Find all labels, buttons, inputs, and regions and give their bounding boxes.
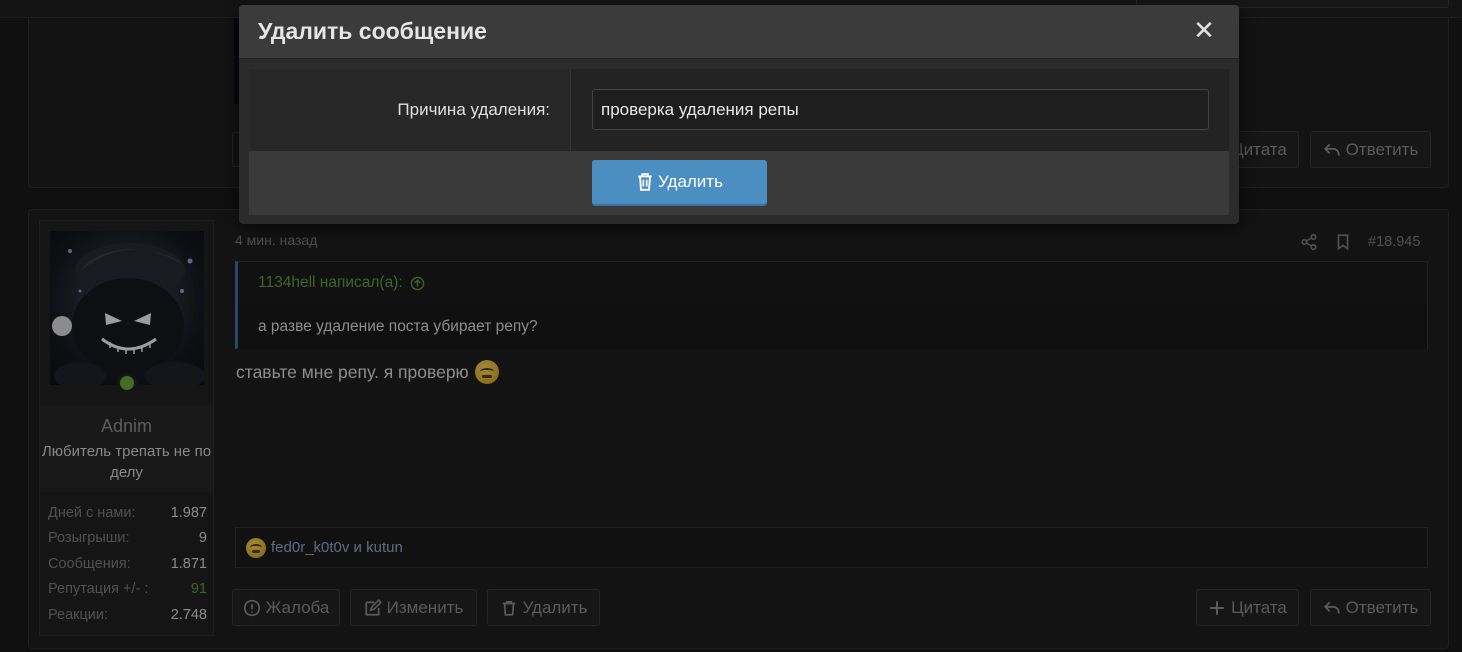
reason-label-cell: Причина удаления:: [249, 69, 571, 151]
dialog-footer: Удалить: [249, 151, 1229, 215]
reason-row: Причина удаления:: [249, 69, 1229, 151]
trash-icon: [638, 173, 652, 191]
confirm-delete-label: Удалить: [658, 172, 723, 191]
dialog-title: Удалить сообщение: [258, 18, 487, 44]
delete-message-dialog: Удалить сообщение ✕ Причина удаления: Уд…: [239, 5, 1239, 224]
dialog-header: Удалить сообщение ✕: [239, 5, 1239, 59]
reason-input[interactable]: [592, 89, 1209, 130]
close-icon[interactable]: ✕: [1193, 17, 1215, 43]
confirm-delete-button[interactable]: Удалить: [592, 160, 767, 204]
reason-label: Причина удаления:: [397, 100, 550, 119]
